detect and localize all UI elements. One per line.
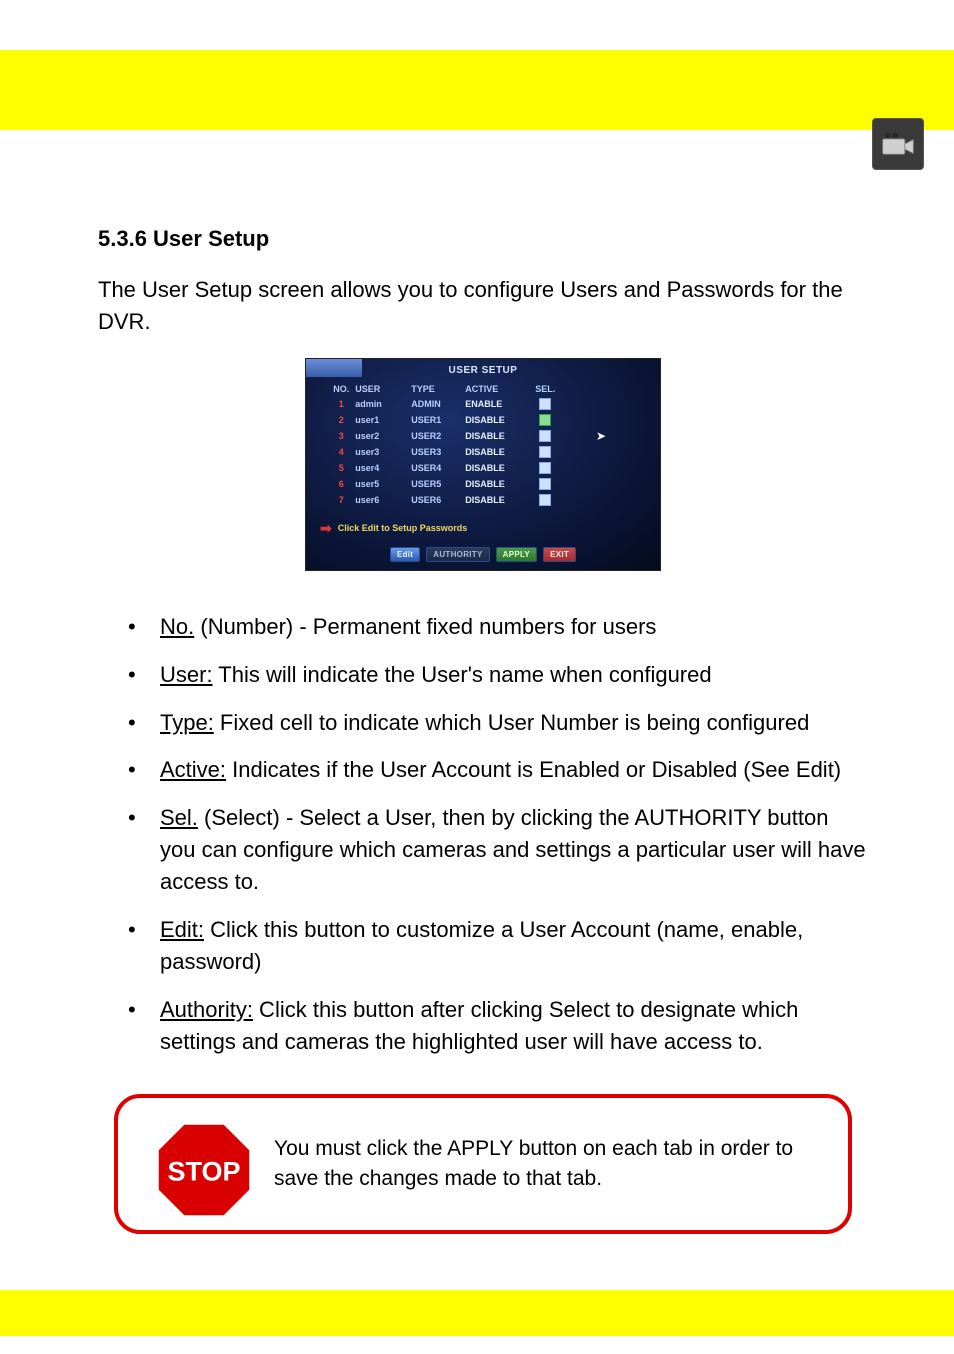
header-band bbox=[0, 50, 954, 130]
select-checkbox[interactable] bbox=[539, 430, 551, 442]
list-item: No. (Number) - Permanent fixed numbers f… bbox=[98, 611, 868, 643]
hint-arrow-icon: ➡ bbox=[320, 520, 332, 537]
dvr-table-row: 6user5USER5DISABLE bbox=[327, 476, 639, 492]
section-intro: The User Setup screen allows you to conf… bbox=[98, 274, 868, 338]
list-item: User: This will indicate the User's name… bbox=[98, 659, 868, 691]
select-checkbox[interactable] bbox=[539, 446, 551, 458]
dvr-edit-button[interactable]: Edit bbox=[390, 547, 420, 562]
dvr-authority-button[interactable]: AUTHORITY bbox=[426, 547, 489, 562]
dvr-title: USER SETUP bbox=[306, 361, 660, 382]
select-checkbox[interactable] bbox=[539, 494, 551, 506]
camera-icon bbox=[872, 118, 924, 170]
dvr-screenshot: USER SETUP ➤ NO. USER TYPE ACTIVE SEL. 1… bbox=[305, 358, 661, 571]
list-item: Authority: Click this button after click… bbox=[98, 994, 868, 1058]
dvr-table-row: 2user1USER1DISABLE bbox=[327, 412, 639, 428]
dvr-table-row: 1adminADMINENABLE bbox=[327, 396, 639, 412]
dvr-table-row: 5user4USER4DISABLE bbox=[327, 460, 639, 476]
stop-callout-text: You must click the APPLY button on each … bbox=[274, 1134, 830, 1193]
bullet-list: No. (Number) - Permanent fixed numbers f… bbox=[98, 611, 868, 1058]
select-checkbox[interactable] bbox=[539, 398, 551, 410]
dvr-exit-button[interactable]: EXIT bbox=[543, 547, 576, 562]
list-item: Sel. (Select) - Select a User, then by c… bbox=[98, 802, 868, 898]
footer-band bbox=[0, 1290, 954, 1336]
list-item: Type: Fixed cell to indicate which User … bbox=[98, 707, 868, 739]
list-item: Edit: Click this button to customize a U… bbox=[98, 914, 868, 978]
dvr-table-row: 7user6USER6DISABLE bbox=[327, 492, 639, 508]
select-checkbox[interactable] bbox=[539, 462, 551, 474]
dvr-table-row: 3user2USER2DISABLE bbox=[327, 428, 639, 444]
dvr-table-header: NO. USER TYPE ACTIVE SEL. bbox=[327, 382, 639, 396]
select-checkbox[interactable] bbox=[539, 414, 551, 426]
stop-callout: STOP You must click the APPLY button on … bbox=[114, 1094, 852, 1234]
dvr-hint: ➡ Click Edit to Setup Passwords bbox=[320, 520, 660, 537]
list-item: Active: Indicates if the User Account is… bbox=[98, 754, 868, 786]
select-checkbox[interactable] bbox=[539, 478, 551, 490]
dvr-apply-button[interactable]: APPLY bbox=[496, 547, 537, 562]
svg-text:STOP: STOP bbox=[167, 1156, 240, 1186]
cursor-icon: ➤ bbox=[596, 429, 606, 443]
stop-sign-icon: STOP bbox=[152, 1118, 256, 1227]
dvr-table-row: 4user3USER3DISABLE bbox=[327, 444, 639, 460]
section-title: 5.3.6 User Setup bbox=[98, 226, 868, 252]
